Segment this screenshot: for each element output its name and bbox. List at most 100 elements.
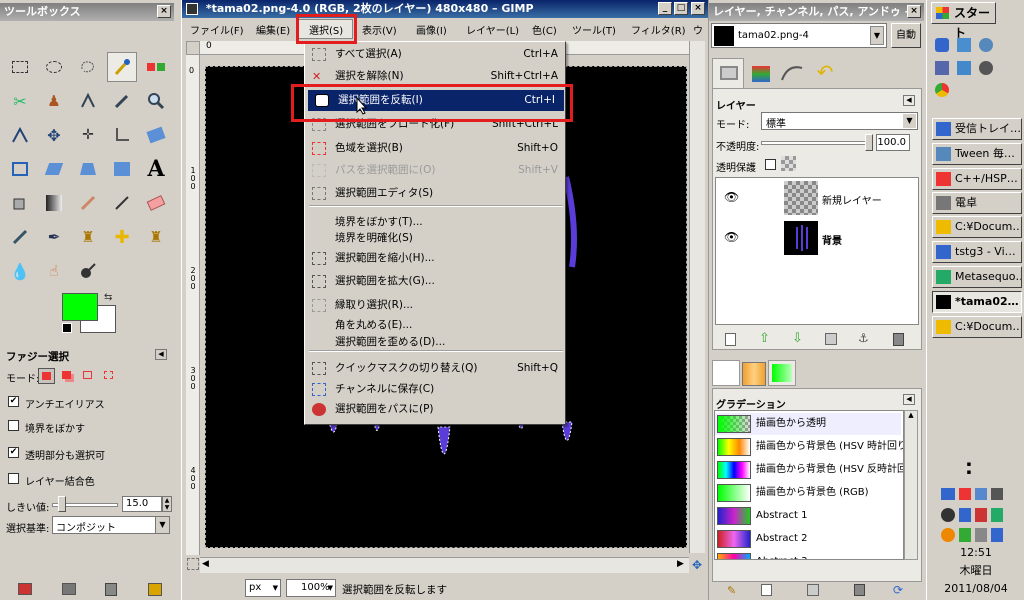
zoom-select[interactable]: 100% ▼ bbox=[286, 579, 336, 597]
menu-edit[interactable]: 編集(E) bbox=[256, 22, 290, 37]
pencil-tool[interactable] bbox=[73, 188, 103, 218]
menu-view[interactable]: 表示(V) bbox=[362, 22, 397, 37]
bucket-fill-tool[interactable] bbox=[5, 188, 35, 218]
ql-app1-icon[interactable] bbox=[935, 61, 949, 75]
toolbox-reset-icon[interactable] bbox=[148, 583, 162, 596]
tab-brushes[interactable] bbox=[712, 360, 740, 386]
unit-select[interactable]: px ▼ bbox=[245, 579, 281, 597]
criterion-select[interactable]: コンポジット ▼ bbox=[52, 516, 170, 534]
select-menu-item[interactable]: 選択範囲を縮小(H)... bbox=[305, 248, 567, 269]
taskbar-task-button[interactable]: tstg3 - Vi… bbox=[932, 241, 1022, 263]
tray-icon[interactable] bbox=[941, 488, 955, 500]
menu-tools[interactable]: ツール(T) bbox=[572, 22, 616, 37]
tray-icon[interactable] bbox=[975, 488, 987, 500]
vertical-scrollbar[interactable] bbox=[689, 41, 705, 553]
foreground-color-swatch[interactable] bbox=[62, 293, 98, 321]
tray-icon[interactable] bbox=[959, 528, 971, 542]
eraser-tool[interactable] bbox=[141, 188, 171, 218]
delete-layer-icon[interactable] bbox=[893, 333, 904, 346]
minimize-button[interactable]: _ bbox=[658, 2, 672, 15]
taskbar-task-button[interactable]: C:¥Docum… bbox=[932, 216, 1022, 238]
menu-layer[interactable]: レイヤー(L) bbox=[466, 22, 519, 37]
tab-undo[interactable]: ↶ bbox=[810, 60, 840, 88]
opacity-field[interactable]: 100.0 bbox=[876, 134, 910, 151]
lock-alpha-checkbox[interactable] bbox=[765, 159, 776, 170]
toolbox-close-button[interactable]: × bbox=[157, 5, 171, 18]
tab-patterns[interactable] bbox=[742, 362, 766, 386]
select-menu-item[interactable]: 境界を明確化(S) bbox=[305, 228, 567, 249]
gradient-item[interactable]: Abstract 3 bbox=[715, 551, 901, 559]
mode-intersect-button[interactable] bbox=[101, 368, 118, 384]
scroll-right-icon[interactable]: ▶ bbox=[677, 559, 684, 569]
paintbrush-tool[interactable] bbox=[107, 188, 137, 218]
tray-icon[interactable] bbox=[991, 488, 1003, 500]
menu-filters[interactable]: フィルタ(R) bbox=[631, 22, 686, 37]
gradient-item[interactable]: 描画色から背景色 (RGB) bbox=[715, 482, 901, 504]
gradient-refresh-icon[interactable]: ⟳ bbox=[893, 583, 903, 597]
ellipse-select-tool[interactable] bbox=[39, 52, 69, 82]
select-menu-item[interactable]: 縁取り選択(R)... bbox=[305, 295, 567, 316]
taskbar-task-button[interactable]: Tween 毎… bbox=[932, 143, 1022, 165]
auto-button[interactable]: 自動 bbox=[891, 23, 921, 48]
toolbox-restore-icon[interactable] bbox=[62, 583, 76, 595]
tray-icon[interactable] bbox=[959, 488, 971, 500]
layer-row[interactable]: 👁 背景 bbox=[716, 218, 918, 258]
layers-dock-close-button[interactable]: × bbox=[907, 5, 921, 18]
tray-icon[interactable] bbox=[975, 508, 987, 522]
taskbar-task-button[interactable]: C:¥Docum… bbox=[932, 316, 1022, 338]
feather-checkbox[interactable] bbox=[8, 420, 19, 431]
move-tool[interactable]: ✥ bbox=[39, 120, 69, 150]
scroll-left-icon[interactable]: ◀ bbox=[202, 559, 209, 569]
layers-panel-menu-icon[interactable]: ◀ bbox=[903, 95, 915, 106]
crop-tool[interactable] bbox=[107, 120, 137, 150]
layer-mode-select[interactable]: 標準 ▼ bbox=[761, 112, 918, 130]
menu-windows[interactable]: ウ bbox=[693, 22, 703, 37]
perspective-tool[interactable] bbox=[73, 154, 103, 184]
start-button[interactable]: スタート bbox=[931, 2, 996, 40]
clone-tool[interactable]: ♜ bbox=[73, 222, 103, 252]
taskbar-task-button[interactable]: Metasequo… bbox=[932, 266, 1022, 288]
gradient-item[interactable]: Abstract 1 bbox=[715, 505, 901, 527]
magnify-tool[interactable] bbox=[141, 86, 171, 116]
gradients-panel-menu-icon[interactable]: ◀ bbox=[903, 394, 915, 405]
anchor-layer-icon[interactable]: ⚓ bbox=[858, 331, 869, 345]
image-selector[interactable]: tama02.png-4 ▼ bbox=[711, 23, 887, 48]
tab-gradients[interactable] bbox=[768, 360, 796, 386]
tray-icon[interactable] bbox=[991, 508, 1003, 522]
ink-tool[interactable]: ✒ bbox=[39, 222, 69, 252]
threshold-slider-handle[interactable] bbox=[58, 496, 66, 512]
gradient-delete-icon[interactable] bbox=[854, 584, 865, 596]
select-menu-item[interactable]: 選択範囲エディタ(S) bbox=[305, 183, 567, 204]
gradient-duplicate-icon[interactable] bbox=[807, 584, 819, 596]
vertical-ruler[interactable]: 0 1 0 0 2 0 0 3 0 0 4 0 0 bbox=[186, 55, 200, 555]
taskbar-task-button[interactable]: C++/HSP… bbox=[932, 168, 1022, 190]
menu-file[interactable]: ファイル(F) bbox=[190, 22, 244, 37]
ruler-corner[interactable] bbox=[186, 41, 200, 55]
ql-desktop-icon[interactable] bbox=[957, 38, 971, 52]
gradient-item[interactable]: Abstract 2 bbox=[715, 528, 901, 550]
select-menu-item[interactable]: 色域を選択(B) Shift+O bbox=[305, 138, 567, 159]
opacity-slider-handle[interactable] bbox=[865, 134, 873, 151]
heal-tool[interactable]: ✚ bbox=[107, 222, 137, 252]
perspective-clone-tool[interactable]: ♜ bbox=[141, 222, 171, 252]
gradient-item[interactable]: 描画色から透明 bbox=[715, 413, 901, 435]
toolbox-save-icon[interactable] bbox=[18, 583, 32, 595]
foreground-select-tool[interactable]: ♟ bbox=[39, 86, 69, 116]
opacity-slider[interactable] bbox=[761, 141, 871, 145]
blend-tool[interactable] bbox=[39, 188, 69, 218]
select-menu-item[interactable]: クイックマスクの切り替え(Q) Shift+Q bbox=[305, 358, 567, 379]
tray-icon[interactable] bbox=[941, 528, 955, 542]
select-menu-item[interactable]: パスを選択範囲に(O) Shift+V bbox=[305, 160, 567, 181]
menu-image[interactable]: 画像(I) bbox=[416, 22, 447, 37]
paths-tool[interactable] bbox=[73, 86, 103, 116]
threshold-spinner[interactable]: ▲ ▼ bbox=[162, 496, 172, 512]
swap-colors-icon[interactable]: ⇆ bbox=[104, 292, 112, 303]
mode-add-button[interactable] bbox=[59, 368, 76, 384]
antialias-checkbox[interactable]: ✔ bbox=[8, 396, 19, 407]
ql-globe-icon[interactable] bbox=[979, 38, 993, 52]
gradients-scrollbar[interactable]: ▲ bbox=[904, 410, 918, 560]
menu-color[interactable]: 色(C) bbox=[532, 22, 557, 37]
sample-merged-checkbox[interactable] bbox=[8, 473, 19, 484]
mode-subtract-button[interactable] bbox=[80, 368, 97, 384]
select-menu-item[interactable]: すべて選択(A) Ctrl+A bbox=[305, 44, 567, 65]
